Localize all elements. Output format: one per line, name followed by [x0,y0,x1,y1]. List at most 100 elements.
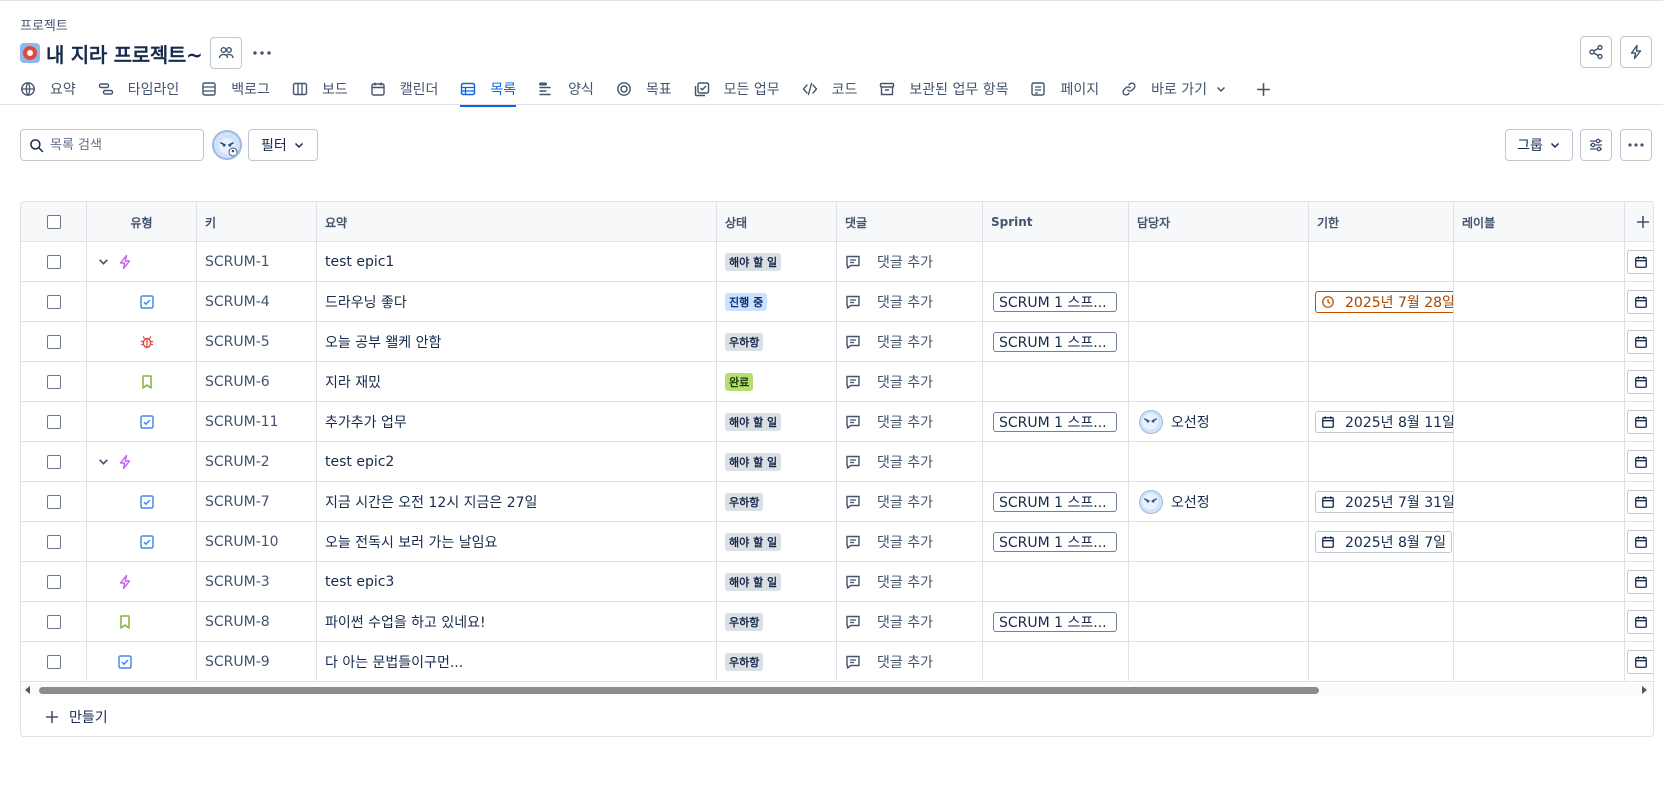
assignee-cell[interactable] [1129,242,1309,282]
labels-cell[interactable] [1454,642,1625,682]
assignee-cell[interactable] [1129,442,1309,482]
breadcrumb[interactable]: 프로젝트 [20,15,68,34]
column-header-due[interactable]: 기한 [1309,202,1454,242]
add-comment-button[interactable]: 댓글 추가 [845,572,933,592]
status-lozenge[interactable]: 해야 할 일 [725,573,782,591]
column-header-comments[interactable]: 댓글 [837,202,983,242]
summary-cell[interactable]: 오늘 공부 왤케 안함 [317,322,717,362]
due-cell[interactable] [1309,642,1454,682]
assignee-cell[interactable] [1129,562,1309,602]
sprint-cell[interactable]: SCRUM 1 스프... [983,322,1129,362]
tab-4[interactable]: 캘린더 [370,74,438,104]
table-row[interactable]: SCRUM-5 오늘 공부 왤케 안함 우하항 댓글 추가 SCRUM 1 스프... [21,322,1653,362]
calendar-icon[interactable] [1627,490,1653,514]
due-cell[interactable] [1309,442,1454,482]
table-row[interactable]: SCRUM-6 지라 재밌 완료 댓글 추가 [21,362,1653,402]
sprint-cell[interactable]: SCRUM 1 스프... [983,602,1129,642]
sprint-cell[interactable] [983,242,1129,282]
due-cell[interactable]: 2025년 7월 31일 [1309,482,1454,522]
add-comment-button[interactable]: 댓글 추가 [845,412,933,432]
assignee-cell[interactable] [1129,282,1309,322]
due-cell[interactable]: 2025년 7월 28일 [1309,282,1454,322]
search-input[interactable] [50,137,190,153]
calendar-icon[interactable] [1627,570,1653,594]
add-comment-button[interactable]: 댓글 추가 [845,372,933,392]
row-checkbox[interactable] [46,535,61,549]
labels-cell[interactable] [1454,322,1625,362]
tab-9[interactable]: 코드 [802,74,857,104]
issue-key-link[interactable]: SCRUM-8 [205,614,270,630]
create-issue-button[interactable]: 만들기 [21,697,1653,736]
summary-cell[interactable]: test epic1 [317,242,717,282]
status-lozenge[interactable]: 우하항 [725,493,764,511]
chevron-down-icon[interactable] [97,255,110,268]
scroll-right-icon[interactable] [1640,686,1648,694]
add-comment-button[interactable]: 댓글 추가 [845,292,933,312]
sprint-cell[interactable]: SCRUM 1 스프... [983,522,1129,562]
status-lozenge[interactable]: 우하항 [725,613,764,631]
column-header-type[interactable]: 유형 [87,202,197,242]
scrollbar-thumb[interactable] [39,687,1319,694]
row-checkbox[interactable] [46,495,61,509]
table-row[interactable]: SCRUM-10 오늘 전독시 보러 가는 날임요 해야 할 일 댓글 추가 SCRUM… [21,522,1653,562]
status-lozenge[interactable]: 우하항 [725,653,764,671]
row-checkbox[interactable] [46,575,61,589]
issue-key-link[interactable]: SCRUM-11 [205,414,279,430]
sprint-cell[interactable] [983,362,1129,402]
due-date[interactable]: 2025년 7월 31일 [1315,491,1453,513]
assignee-cell[interactable] [1129,602,1309,642]
due-cell[interactable] [1309,242,1454,282]
scroll-left-icon[interactable] [24,686,32,694]
sprint-cell[interactable] [983,642,1129,682]
assignee-cell[interactable] [1129,522,1309,562]
labels-cell[interactable] [1454,362,1625,402]
avatar-filter[interactable] [212,130,242,160]
team-button[interactable] [210,37,243,69]
status-lozenge[interactable]: 해야 할 일 [725,413,782,431]
add-comment-button[interactable]: 댓글 추가 [845,332,933,352]
issue-key-link[interactable]: SCRUM-9 [205,654,270,670]
row-checkbox[interactable] [46,295,61,309]
sprint-tag[interactable]: SCRUM 1 스프... [993,292,1117,312]
more-actions-button[interactable] [246,37,278,69]
calendar-icon[interactable] [1627,410,1653,434]
sprint-tag[interactable]: SCRUM 1 스프... [993,532,1117,552]
calendar-icon[interactable] [1627,370,1653,394]
issue-key-link[interactable]: SCRUM-4 [205,294,270,310]
summary-cell[interactable]: 다 아는 문법들이구먼... [317,642,717,682]
row-checkbox[interactable] [46,455,61,469]
table-row[interactable]: SCRUM-2 test epic2 해야 할 일 댓글 추가 [21,442,1653,482]
due-cell[interactable] [1309,602,1454,642]
sprint-cell[interactable]: SCRUM 1 스프... [983,482,1129,522]
status-lozenge[interactable]: 우하항 [725,333,764,351]
labels-cell[interactable] [1454,482,1625,522]
due-cell[interactable] [1309,322,1454,362]
column-header-assignee[interactable]: 담당자 [1129,202,1309,242]
group-button[interactable]: 그룹 [1505,129,1573,161]
column-header-key[interactable]: 키 [197,202,317,242]
sprint-tag[interactable]: SCRUM 1 스프... [993,332,1117,352]
horizontal-scrollbar[interactable] [21,683,1653,697]
labels-cell[interactable] [1454,442,1625,482]
add-comment-button[interactable]: 댓글 추가 [845,492,933,512]
calendar-icon[interactable] [1627,450,1653,474]
due-date[interactable]: 2025년 8월 7일 [1315,531,1452,553]
calendar-icon[interactable] [1627,330,1653,354]
row-checkbox[interactable] [46,255,61,269]
due-cell[interactable]: 2025년 8월 11일 [1309,402,1454,442]
select-all-checkbox[interactable] [46,215,61,229]
row-checkbox[interactable] [46,375,61,389]
sprint-cell[interactable]: SCRUM 1 스프... [983,282,1129,322]
tab-5[interactable]: 목록 [460,74,516,107]
labels-cell[interactable] [1454,562,1625,602]
table-row[interactable]: SCRUM-11 추가추가 업무 해야 할 일 댓글 추가 SCRUM 1 스프... 오… [21,402,1653,442]
assignee-cell[interactable] [1129,362,1309,402]
sprint-tag[interactable]: SCRUM 1 스프... [993,492,1117,512]
tab-10[interactable]: 보관된 업무 항목 [879,74,1008,104]
due-cell[interactable] [1309,562,1454,602]
tab-0[interactable]: 요약 [20,74,76,104]
status-lozenge[interactable]: 해야 할 일 [725,533,782,551]
assignee-cell[interactable] [1129,642,1309,682]
tab-2[interactable]: 백로그 [201,74,270,104]
chevron-down-icon[interactable] [97,455,110,468]
